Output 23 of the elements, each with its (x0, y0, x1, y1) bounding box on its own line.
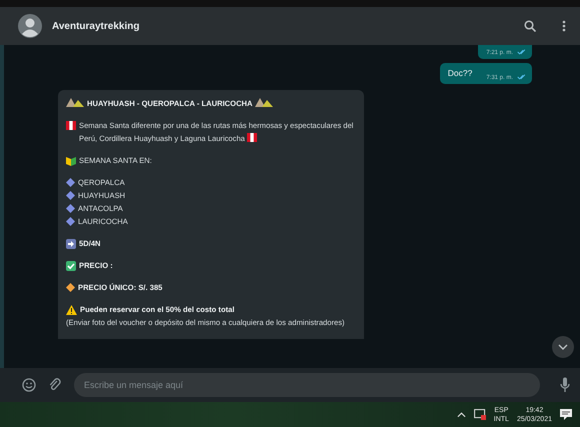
flag-icon (247, 133, 258, 142)
check-icon (66, 261, 76, 271)
avatar-icon[interactable] (18, 14, 42, 38)
notification-icon[interactable] (560, 409, 572, 420)
search-icon[interactable] (524, 20, 536, 32)
chevron-up-icon[interactable] (456, 412, 466, 418)
scroll-down-button[interactable] (552, 336, 574, 358)
chevron-down-icon (558, 344, 568, 350)
contact-name[interactable]: Aventuraytrekking (52, 20, 140, 32)
message-input[interactable]: Escribe un mensaje aquí (74, 373, 540, 397)
microphone-icon[interactable] (560, 377, 570, 393)
message-text: Doc?? (448, 67, 474, 80)
shield-icon (66, 156, 76, 166)
monitor-icon[interactable] (474, 409, 486, 420)
warning-icon (66, 305, 77, 315)
paperclip-icon[interactable] (48, 378, 62, 392)
mountain-icon (66, 97, 84, 107)
mountain-icon (254, 97, 273, 107)
flag-icon (66, 121, 76, 130)
diamond-icon (66, 283, 75, 292)
menu-icon[interactable] (562, 20, 566, 32)
arrow-icon (66, 239, 76, 249)
emoji-icon[interactable] (22, 378, 36, 392)
